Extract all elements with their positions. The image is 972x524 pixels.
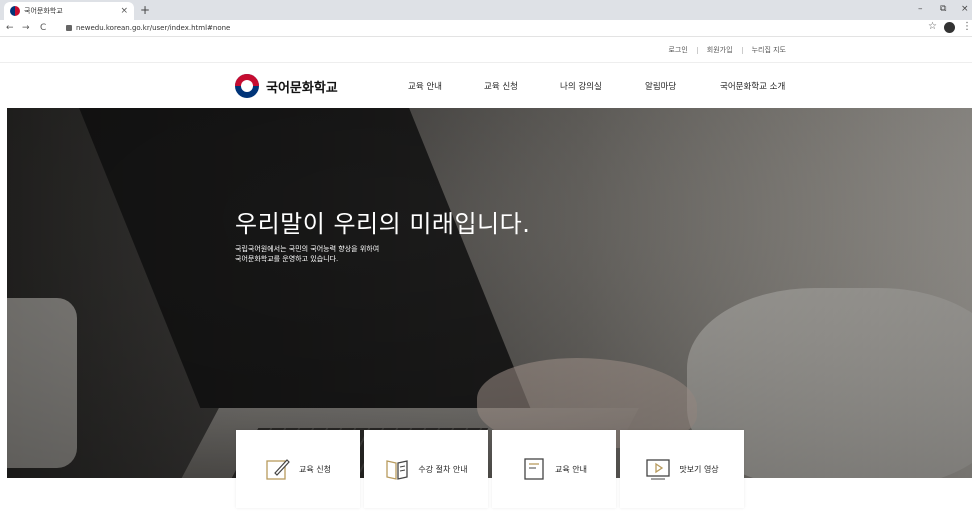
quick-label: 교육 신청 [299,464,331,474]
quick-label: 맛보기 영상 [679,464,719,474]
nav-my-classroom[interactable]: 나의 강의실 [560,80,602,92]
new-tab-button[interactable]: + [140,3,150,17]
nav-notice-board[interactable]: 알림마당 [645,80,676,92]
browser-tab[interactable]: 국어문화학교 × [4,2,134,20]
hero-title: 우리말이 우리의 미래입니다. [235,210,531,238]
divider [696,46,698,54]
window-close-icon[interactable]: × [961,3,969,15]
quick-course-procedure[interactable]: 수강 절차 안내 [364,430,488,508]
favicon-icon [10,6,20,16]
tab-title: 국어문화학교 [24,7,63,15]
hero-subtitle-line: 국어문화학교를 운영하고 있습니다. [235,255,339,263]
nav-education-apply[interactable]: 교육 신청 [484,80,518,92]
divider [741,46,743,54]
utility-links: 로그인 회원가입 누리집 지도 [668,45,786,55]
reload-icon[interactable]: C [40,22,46,34]
bookmark-star-icon[interactable]: ☆ [928,21,937,32]
taegeuk-logo-icon [235,74,259,98]
hero-banner: 우리말이 우리의 미래입니다. 국립국어원에서는 국민의 국어능력 향상을 위하… [7,108,972,478]
logo-text: 국어문화학교 [266,80,338,96]
profile-icon[interactable] [944,22,955,33]
forward-icon[interactable]: → [22,22,30,34]
minimize-icon[interactable]: – [918,3,923,15]
video-icon [646,459,670,480]
hero-subtitle: 국립국어원에서는 국민의 국어능력 향상을 위하여 국어문화학교를 운영하고 있… [235,244,379,264]
hero-overlay [7,108,972,478]
signup-link[interactable]: 회원가입 [707,45,733,55]
browser-menu-icon[interactable]: ⋮ [962,21,972,32]
back-icon[interactable]: ← [6,22,14,34]
site-logo[interactable]: 국어문화학교 [235,74,338,98]
header-divider [0,62,972,63]
nav-education-info[interactable]: 교육 안내 [408,80,442,92]
sitemap-link[interactable]: 누리집 지도 [752,45,786,55]
browser-tab-bar: 국어문화학교 × + – ⧉ × [0,0,972,20]
maximize-icon[interactable]: ⧉ [940,3,946,15]
quick-label: 교육 안내 [555,464,587,474]
hero-subtitle-line: 국립국어원에서는 국민의 국어능력 향상을 위하여 [235,245,380,253]
nav-about-school[interactable]: 국어문화학교 소개 [720,80,785,92]
pencil-icon [266,459,290,480]
url-field[interactable]: newedu.korean.go.kr/user/index.html#none [76,23,230,33]
tab-close-icon[interactable]: × [120,6,128,16]
quick-sample-video[interactable]: 맛보기 영상 [620,430,744,508]
lock-icon [66,25,72,31]
book-icon [386,460,409,480]
quick-education-apply[interactable]: 교육 신청 [236,430,360,508]
document-icon [524,458,544,480]
address-bar: ← → C newedu.korean.go.kr/user/index.htm… [0,20,972,37]
quick-education-info[interactable]: 교육 안내 [492,430,616,508]
quick-label: 수강 절차 안내 [418,464,468,474]
login-link[interactable]: 로그인 [668,45,687,55]
